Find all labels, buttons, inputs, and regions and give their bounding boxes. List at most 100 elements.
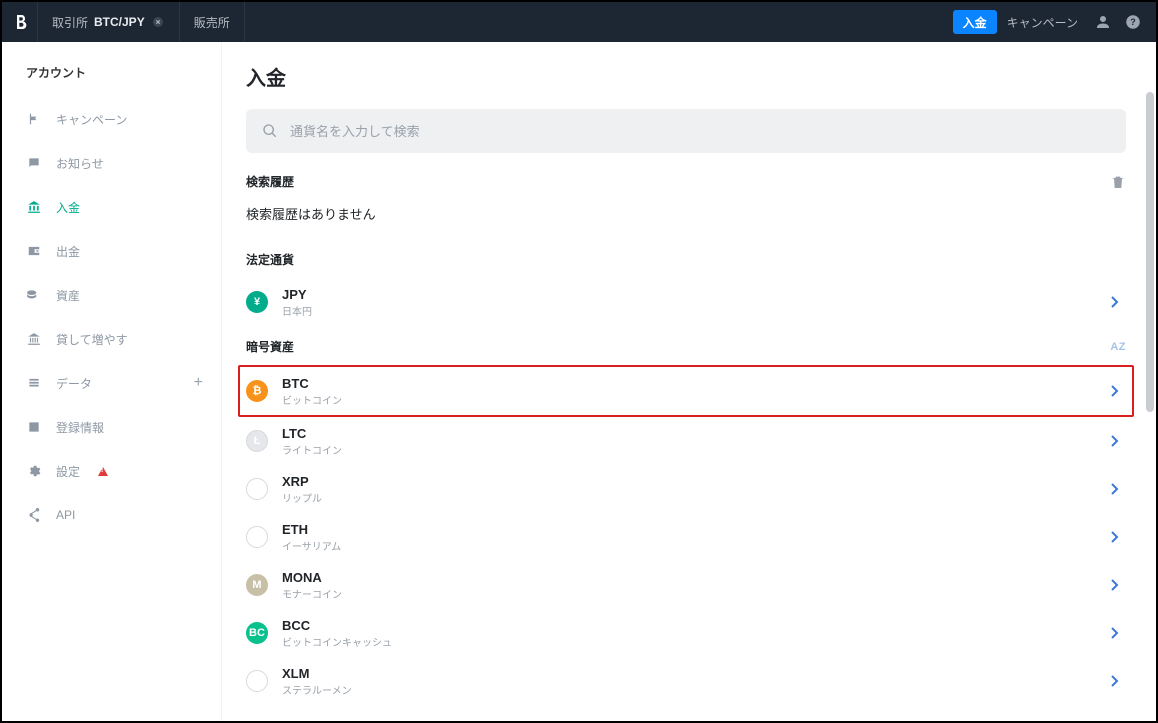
coin-icon-eth: ◆ xyxy=(246,526,268,548)
coin-symbol: JPY xyxy=(282,287,312,302)
search-input[interactable] xyxy=(290,124,1110,139)
stack-icon xyxy=(26,375,42,391)
badge-icon xyxy=(26,419,42,435)
asset-row-bcc[interactable]: BC BCCビットコインキャッシュ xyxy=(246,609,1126,657)
coin-icon-xlm: ✶ xyxy=(246,670,268,692)
logo[interactable] xyxy=(2,2,38,42)
page-title: 入金 xyxy=(246,62,1126,91)
history-heading: 検索履歴 xyxy=(246,173,294,190)
history-empty-text: 検索履歴はありません xyxy=(246,204,1126,223)
sidebar-item-label: 登録情報 xyxy=(56,419,104,436)
chevron-right-icon xyxy=(1110,295,1120,309)
sidebar-item-data[interactable]: データ + xyxy=(2,361,221,405)
sidebar-item-deposit[interactable]: 入金 xyxy=(2,185,221,229)
share-icon xyxy=(26,507,42,523)
coins-icon xyxy=(26,287,42,303)
close-tab-button[interactable] xyxy=(151,15,165,29)
crypto-list: ₿BTCビットコインŁLTCライトコイン✕XRPリップル◆ETHイーサリアムMM… xyxy=(246,365,1126,705)
coin-symbol: XLM xyxy=(282,666,352,681)
chevron-right-icon xyxy=(1110,530,1120,544)
coin-name: リップル xyxy=(282,490,322,505)
asset-row-xlm[interactable]: ✶XLMステラルーメン xyxy=(246,657,1126,705)
sidebar-item-register[interactable]: 登録情報 xyxy=(2,405,221,449)
sidebar-item-withdraw[interactable]: 出金 xyxy=(2,229,221,273)
sidebar: アカウント キャンペーン お知らせ 入金 出金 xyxy=(2,42,222,721)
sidebar-item-label: API xyxy=(56,508,75,522)
clear-history-button[interactable] xyxy=(1110,174,1126,190)
coin-symbol: XRP xyxy=(282,474,322,489)
sidebar-item-label: 資産 xyxy=(56,287,80,304)
logo-icon xyxy=(12,14,28,30)
svg-text:?: ? xyxy=(1130,17,1136,27)
tab-otc[interactable]: 販売所 xyxy=(180,2,245,42)
tab-exchange[interactable]: 取引所 BTC/JPY xyxy=(38,2,180,42)
wallet-out-icon xyxy=(26,243,42,259)
sort-az-button[interactable]: AZ xyxy=(1110,341,1126,353)
coin-name: 日本円 xyxy=(282,303,312,318)
sidebar-item-label: 設定 xyxy=(56,463,80,480)
asset-row-xrp[interactable]: ✕ XRPリップル xyxy=(246,465,1126,513)
close-icon xyxy=(153,17,163,27)
main-content: 入金 検索履歴 検索履歴はありません 法定通貨 ¥ JPY日本円 xyxy=(222,42,1156,721)
tab-pair: BTC/JPY xyxy=(94,15,145,29)
asset-row-mona[interactable]: M MONAモナーコイン xyxy=(246,561,1126,609)
coin-icon-jpy: ¥ xyxy=(246,291,268,313)
coin-name: イーサリアム xyxy=(282,538,341,553)
chat-icon xyxy=(26,155,42,171)
sidebar-item-label: 貸して増やす xyxy=(56,331,128,348)
sidebar-item-label: 出金 xyxy=(56,243,80,260)
chevron-right-icon xyxy=(1110,434,1120,448)
fiat-heading: 法定通貨 xyxy=(246,251,294,268)
topbar: 取引所 BTC/JPY 販売所 入金 キャンペーン ? xyxy=(2,2,1156,42)
sidebar-item-settings[interactable]: 設定 xyxy=(2,449,221,493)
asset-row-eth[interactable]: ◆ ETHイーサリアム xyxy=(246,513,1126,561)
chevron-right-icon xyxy=(1110,626,1120,640)
gear-icon xyxy=(26,463,42,479)
help-icon[interactable]: ? xyxy=(1118,13,1148,31)
question-icon: ? xyxy=(1124,13,1142,31)
sidebar-item-label: データ xyxy=(56,375,92,392)
chevron-right-icon xyxy=(1110,578,1120,592)
asset-row-ltc[interactable]: ŁLTCライトコイン xyxy=(246,417,1126,465)
sidebar-heading: アカウント xyxy=(2,64,221,97)
coin-icon-bcc: BC xyxy=(246,622,268,644)
sidebar-item-lending[interactable]: 貸して増やす xyxy=(2,317,221,361)
coin-icon-mona: M xyxy=(246,574,268,596)
coin-symbol: BCC xyxy=(282,618,392,633)
coin-icon-xrp: ✕ xyxy=(246,478,268,500)
coin-name: モナーコイン xyxy=(282,586,342,601)
sidebar-item-assets[interactable]: 資産 xyxy=(2,273,221,317)
asset-row-btc[interactable]: ₿BTCビットコイン xyxy=(238,365,1134,417)
sidebar-list: キャンペーン お知らせ 入金 出金 資産 xyxy=(2,97,221,537)
flag-icon xyxy=(26,111,42,127)
bank2-icon xyxy=(26,331,42,347)
sidebar-item-notice[interactable]: お知らせ xyxy=(2,141,221,185)
sidebar-item-campaign[interactable]: キャンペーン xyxy=(2,97,221,141)
sidebar-item-label: 入金 xyxy=(56,199,80,216)
warning-icon xyxy=(98,467,108,476)
coin-icon-btc: ₿ xyxy=(246,380,268,402)
person-icon xyxy=(1094,13,1112,31)
crypto-heading: 暗号資産 xyxy=(246,338,294,355)
trash-icon xyxy=(1110,174,1126,190)
asset-row-jpy[interactable]: ¥ JPY日本円 xyxy=(246,278,1126,326)
campaign-link[interactable]: キャンペーン xyxy=(997,14,1088,31)
deposit-button[interactable]: 入金 xyxy=(953,10,997,34)
search-icon xyxy=(262,123,278,139)
coin-symbol: MONA xyxy=(282,570,342,585)
scrollbar-thumb[interactable] xyxy=(1146,92,1154,412)
tab-exchange-label: 取引所 xyxy=(52,14,88,31)
coin-name: ライトコイン xyxy=(282,442,342,457)
coin-name: ビットコインキャッシュ xyxy=(282,634,392,649)
chevron-right-icon xyxy=(1110,384,1120,398)
search-field[interactable] xyxy=(246,109,1126,153)
chevron-right-icon xyxy=(1110,674,1120,688)
chevron-right-icon xyxy=(1110,482,1120,496)
sidebar-item-api[interactable]: API xyxy=(2,493,221,537)
expand-icon[interactable]: + xyxy=(194,374,203,392)
coin-symbol: ETH xyxy=(282,522,341,537)
account-icon[interactable] xyxy=(1088,13,1118,31)
coin-symbol: BTC xyxy=(282,376,342,391)
coin-icon-ltc: Ł xyxy=(246,430,268,452)
sidebar-item-label: キャンペーン xyxy=(56,111,127,128)
